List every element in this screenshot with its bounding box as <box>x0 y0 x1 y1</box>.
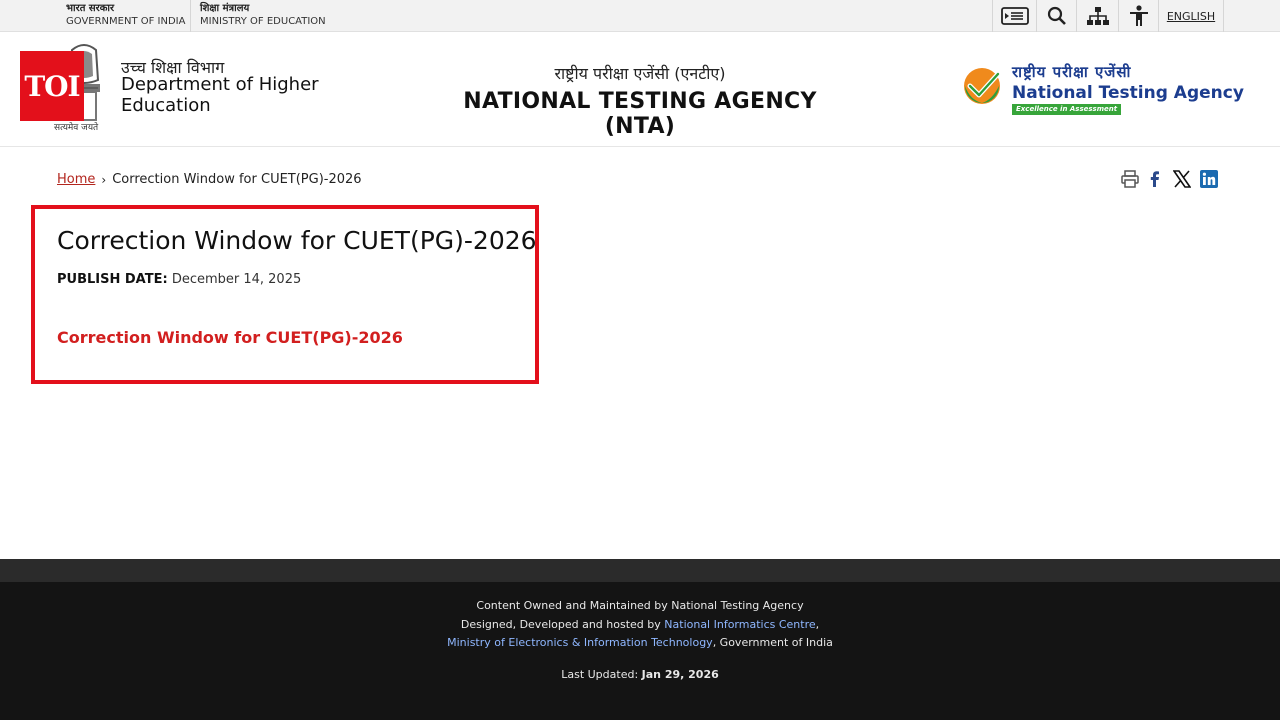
nta-logo-tagline: Excellence in Assessment <box>1012 104 1122 115</box>
print-button[interactable] <box>1121 170 1139 188</box>
footer-ministry-suffix: , Government of India <box>712 636 833 649</box>
ministry-hindi-text: शिक्षा मंत्रालय <box>200 3 250 14</box>
sitemap-button[interactable] <box>1076 0 1118 32</box>
accessibility-icon <box>1129 5 1148 26</box>
facebook-share-button[interactable] <box>1146 170 1164 188</box>
site-header: TOI सत्यमेव जयते उच्च शिक्षा विभाग Depar… <box>0 32 1280 147</box>
footer-hosting-text: Designed, Developed and hosted by Nation… <box>0 618 1280 631</box>
skip-to-content-icon <box>1000 7 1029 25</box>
print-icon <box>1121 170 1139 188</box>
footer-ownership-text: Content Owned and Maintained by National… <box>476 599 804 612</box>
nta-english-title[interactable]: NATIONAL TESTING AGENCY (NTA) <box>440 89 840 139</box>
nta-logo-english-text: National Testing Agency <box>1012 83 1244 103</box>
linkedin-share-button[interactable] <box>1200 170 1218 188</box>
footer-ministry-text: Ministry of Electronics & Information Te… <box>0 636 1280 649</box>
government-top-bar: भारत सरकार GOVERNMENT OF INDIA शिक्षा मं… <box>0 0 1280 32</box>
nic-link[interactable]: National Informatics Centre <box>664 618 815 631</box>
search-button[interactable] <box>1036 0 1076 32</box>
skip-to-content-button[interactable] <box>992 0 1036 32</box>
sitemap-icon <box>1086 7 1109 25</box>
footer-last-updated: Last Updated: Jan 29, 2026 <box>0 668 1280 681</box>
footer-top-band <box>0 559 1280 582</box>
nta-logo-hindi-text: राष्ट्रीय परीक्षा एजेंसी <box>1012 63 1132 81</box>
language-selector[interactable]: ENGLISH <box>1158 0 1224 32</box>
department-english-title[interactable]: Department of Higher Education <box>121 74 319 116</box>
department-title-line1: Department of Higher <box>121 74 319 95</box>
breadcrumb-separator: › <box>101 172 107 187</box>
last-updated-value: Jan 29, 2026 <box>641 668 719 681</box>
ministry-of-education-label: शिक्षा मंत्रालय MINISTRY OF EDUCATION <box>200 2 326 28</box>
accessibility-button[interactable] <box>1118 0 1158 32</box>
publish-date-value: December 14, 2025 <box>171 272 302 287</box>
gov-hindi-text: भारत सरकार <box>66 3 115 14</box>
publish-date-label: PUBLISH DATE: <box>57 272 168 287</box>
nta-checkmark-logo-icon[interactable] <box>962 66 1002 106</box>
footer-hosting-suffix: , <box>815 618 820 631</box>
breadcrumb-current-page: Correction Window for CUET(PG)-2026 <box>112 172 362 187</box>
search-icon <box>1047 6 1066 25</box>
publish-date: PUBLISH DATE: December 14, 2025 <box>57 272 301 287</box>
breadcrumb: Home › Correction Window for CUET(PG)-20… <box>57 172 362 187</box>
site-footer: Content Owned and Maintained by National… <box>0 582 1280 720</box>
ministry-english-text: MINISTRY OF EDUCATION <box>200 16 326 27</box>
x-share-button[interactable] <box>1173 170 1191 188</box>
x-icon <box>1173 170 1191 188</box>
department-title-line2: Education <box>121 95 211 116</box>
page-title: Correction Window for CUET(PG)-2026 <box>57 226 537 255</box>
breadcrumb-home-link[interactable]: Home <box>57 172 95 187</box>
linkedin-icon <box>1200 170 1218 188</box>
gov-bar-divider <box>190 0 191 32</box>
gov-english-text: GOVERNMENT OF INDIA <box>66 16 186 27</box>
government-of-india-label: भारत सरकार GOVERNMENT OF INDIA <box>66 2 185 28</box>
toi-badge: TOI <box>20 51 84 121</box>
nta-hindi-title: राष्ट्रीय परीक्षा एजेंसी (एनटीए) <box>554 64 726 83</box>
footer-hosting-prefix: Designed, Developed and hosted by <box>460 618 665 631</box>
emblem-caption: सत्यमेव जयते <box>54 123 99 133</box>
meity-link[interactable]: Ministry of Electronics & Information Te… <box>447 636 713 649</box>
last-updated-label: Last Updated: <box>561 668 642 681</box>
correction-window-link[interactable]: Correction Window for CUET(PG)-2026 <box>57 328 403 347</box>
facebook-icon <box>1150 171 1159 187</box>
